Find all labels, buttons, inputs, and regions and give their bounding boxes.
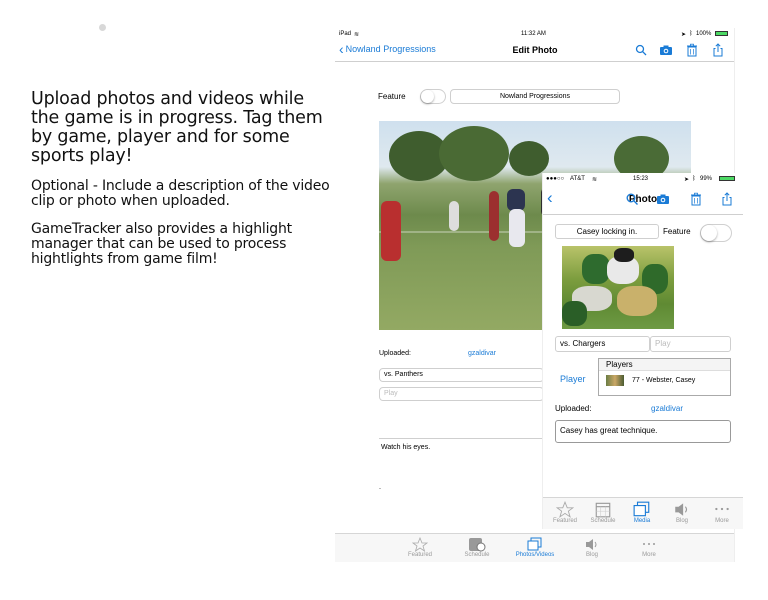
play-field[interactable]: Play (379, 387, 544, 401)
iphone-tab-bar: Featured Schedule Media Blog More (543, 497, 743, 529)
carrier-label: iPad (339, 31, 352, 37)
wifi-icon: ≋ (354, 32, 360, 38)
tab-more[interactable]: More (624, 537, 674, 558)
page-title: Edit Photo (512, 45, 558, 55)
speaker-icon (675, 503, 688, 516)
ipad-status-bar: iPad ≋ 11:32 AM ➤ ᛒ 100% (335, 28, 734, 40)
iphone-screen: ●●●○○ AT&T ≋ 15:23 ➤ ᛒ 99% ‹ Photo Casey… (543, 173, 743, 529)
tab-label: Blog (585, 552, 598, 558)
tab-label: Featured (552, 518, 577, 524)
tab-featured[interactable]: Featured (395, 537, 445, 558)
description-field[interactable]: Casey has great technique. (555, 420, 731, 443)
players-list: Players 77 - Webster, Casey (598, 358, 731, 396)
highlights-text: GameTracker also provides a highlight ma… (31, 221, 292, 267)
ipad-nav-bar: ‹ Nowland Progressions Edit Photo (335, 40, 734, 62)
schedule-icon (469, 538, 486, 552)
play-field[interactable]: Play (650, 336, 731, 352)
tab-schedule[interactable]: Schedule (585, 501, 621, 524)
speaker-icon (586, 539, 597, 550)
signal-icon: ●●●○○ (546, 176, 565, 182)
feature-label: Feature (663, 227, 691, 236)
battery-percent: 100% (696, 31, 712, 37)
marketing-copy: Upload photos and videos while the game … (31, 90, 331, 267)
player-name: 77 - Webster, Casey (632, 376, 696, 384)
media-icon (633, 501, 650, 517)
tab-label: More (642, 552, 656, 558)
media-icon (527, 537, 542, 551)
tab-blog[interactable]: Blog (664, 501, 700, 524)
trash-icon[interactable] (689, 192, 703, 206)
trash-icon[interactable] (685, 43, 699, 57)
player-button[interactable]: Player (560, 374, 586, 384)
calendar-icon (595, 502, 611, 518)
wifi-icon: ≋ (592, 177, 598, 183)
tab-more[interactable]: More (704, 501, 740, 524)
camera-icon[interactable] (656, 192, 670, 206)
toggle-knob (421, 90, 434, 103)
divider (379, 438, 544, 439)
battery-icon (719, 176, 735, 181)
battery-percent: 99% (700, 176, 713, 182)
uploaded-by-link[interactable]: gzaldivar (468, 350, 496, 357)
search-icon[interactable] (634, 43, 648, 57)
list-item[interactable]: 77 - Webster, Casey (599, 373, 730, 387)
carrier-label: AT&T (570, 176, 585, 182)
iphone-nav-bar: ‹ Photo (543, 185, 743, 215)
tab-schedule[interactable]: Schedule (452, 537, 502, 558)
iphone-status-bar: ●●●○○ AT&T ≋ 15:23 ➤ ᛒ 99% (543, 173, 743, 185)
caption-field[interactable]: Casey locking in. (555, 224, 659, 239)
page-title: Photo (628, 194, 658, 205)
players-header: Players (599, 359, 730, 371)
ipad-tab-bar: Featured Schedule Photos/Videos Blog Mor… (335, 533, 734, 562)
feature-toggle[interactable] (700, 224, 732, 242)
tab-label: Schedule (590, 518, 616, 524)
bluetooth-icon: ᛒ (692, 176, 696, 182)
location-icon: ➤ (684, 177, 690, 183)
search-icon[interactable] (625, 192, 639, 206)
headline-text: Upload photos and videos while the game … (31, 89, 323, 166)
tab-photos-videos[interactable]: Photos/Videos (505, 537, 565, 558)
share-icon[interactable] (711, 43, 725, 57)
feature-label: Feature (378, 92, 406, 101)
optional-text: Optional - Include a description of the … (31, 178, 330, 209)
uploaded-label: Uploaded: (555, 404, 592, 413)
feature-toggle[interactable] (420, 89, 446, 104)
tab-media[interactable]: Media (624, 501, 660, 524)
tab-label: Featured (407, 552, 432, 558)
tab-featured[interactable]: Featured (547, 501, 583, 524)
status-time: 15:23 (633, 176, 649, 182)
more-icon (715, 507, 729, 511)
uploaded-by-link[interactable]: gzaldivar (651, 404, 683, 413)
share-icon[interactable] (720, 192, 734, 206)
tab-label: Photos/Videos (515, 552, 555, 558)
tab-label: Media (633, 518, 651, 524)
tab-label: Schedule (464, 552, 490, 558)
game-field[interactable]: vs. Panthers (379, 368, 544, 382)
team-name-field[interactable]: Nowland Progressions (450, 89, 620, 104)
more-icon (643, 543, 655, 545)
toggle-knob (701, 225, 717, 241)
divider (379, 488, 381, 489)
player-thumbnail (606, 374, 624, 386)
game-field[interactable]: vs. Chargers (555, 336, 650, 352)
bluetooth-icon: ᛒ (689, 31, 693, 37)
star-icon (556, 501, 574, 518)
description-text[interactable]: Watch his eyes. (381, 444, 430, 451)
uploaded-label: Uploaded: (379, 350, 411, 357)
photo-image (562, 246, 674, 329)
tab-label: Blog (675, 518, 688, 524)
location-icon: ➤ (681, 32, 687, 38)
status-time: 11:32 AM (521, 31, 546, 37)
tab-blog[interactable]: Blog (567, 537, 617, 558)
battery-icon (715, 31, 728, 36)
decorative-dot (99, 24, 106, 31)
star-icon (412, 537, 428, 552)
tab-label: More (715, 518, 729, 524)
camera-icon[interactable] (659, 43, 673, 57)
